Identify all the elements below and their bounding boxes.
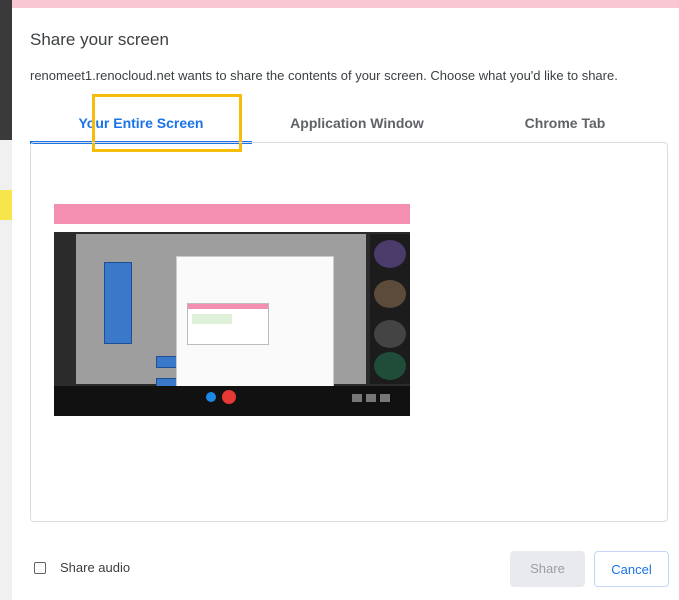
thumb-participant-avatar (374, 320, 406, 348)
thumb-browser-bar (54, 204, 410, 224)
thumb-end-call-dot (222, 390, 236, 404)
thumb-participant-avatar (374, 352, 406, 380)
background-window-top (12, 0, 679, 8)
share-button[interactable]: Share (510, 551, 585, 587)
thumb-control-dot (206, 392, 216, 402)
thumb-card (104, 262, 132, 344)
entire-screen-thumbnail[interactable] (54, 204, 410, 416)
share-screen-dialog: Share your screen renomeet1.renocloud.ne… (12, 8, 679, 600)
thumb-toolbar (54, 224, 410, 232)
dialog-title: Share your screen (30, 30, 169, 49)
background-window-edge (0, 0, 12, 600)
cancel-button[interactable]: Cancel (594, 551, 669, 587)
tab-chrome-tab[interactable]: Chrome Tab (462, 104, 668, 144)
tab-application-window[interactable]: Application Window (252, 104, 462, 144)
share-audio-option[interactable]: Share audio (34, 560, 130, 575)
source-tabs: Your Entire Screen Application Window Ch… (30, 94, 668, 152)
thumb-nested-preview (187, 303, 269, 345)
thumb-nested-dialog (176, 256, 334, 388)
thumb-participant-avatar (374, 280, 406, 308)
thumb-participant-avatar (374, 240, 406, 268)
tab-chrome-tab-label: Chrome Tab (524, 115, 606, 131)
thumb-stage (76, 234, 366, 390)
tab-application-window-label: Application Window (290, 115, 424, 131)
dialog-subtitle: renomeet1.renocloud.net wants to share t… (30, 68, 618, 83)
share-audio-checkbox[interactable] (34, 561, 46, 574)
share-audio-label: Share audio (60, 560, 131, 575)
